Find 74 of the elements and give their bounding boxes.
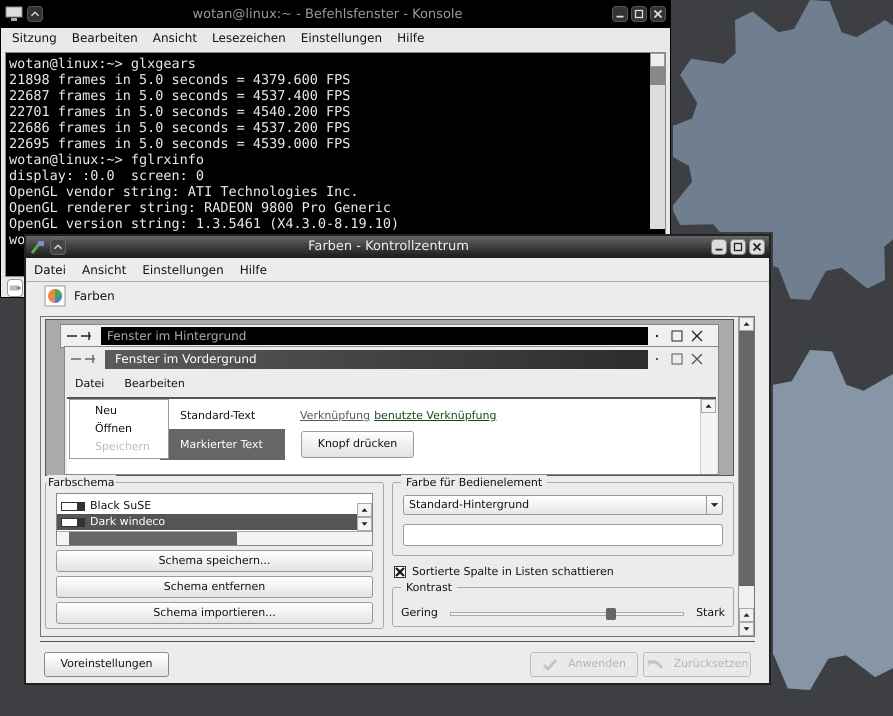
terminal-line: wotan@linux:~> fglrxinfo <box>9 152 204 168</box>
terminal-line: OpenGL renderer string: RADEON 9800 Pro Generic <box>9 200 392 216</box>
push-button[interactable]: Knopf drücken <box>301 431 414 458</box>
caret-icon[interactable] <box>50 239 66 255</box>
checkbox-label: Sortierte Spalte in Listen schattieren <box>412 564 614 580</box>
terminal-line: 22687 frames in 5.0 seconds = 4537.400 FPS <box>9 88 350 104</box>
paintbrush-icon[interactable] <box>30 239 46 255</box>
color-button[interactable] <box>403 524 723 546</box>
push-button[interactable]: Schema speichern... <box>56 550 373 572</box>
terminal-line: 21898 frames in 5.0 seconds = 4379.600 FPS <box>9 72 350 88</box>
terminal-line: 22695 frames in 5.0 seconds = 4539.000 FPS <box>9 136 350 152</box>
link[interactable]: Verknüpfung <box>300 408 370 424</box>
terminal-line: wo <box>9 232 26 248</box>
scroll-up-icon[interactable] <box>701 399 716 413</box>
element-dropdown[interactable]: Standard-Hintergrund <box>403 495 723 515</box>
terminal-line: 22686 frames in 5.0 seconds = 4537.200 FPS <box>9 120 350 136</box>
undo-arrow-icon <box>646 658 664 672</box>
menu-item[interactable]: Ansicht <box>152 29 198 48</box>
dialog-button[interactable]: Voreinstellungen <box>44 652 169 677</box>
terminal-line: wotan@linux:~> glxgears <box>9 56 196 72</box>
menu-item[interactable]: Bearbeiten <box>124 376 185 392</box>
menu-item[interactable]: Einstellungen <box>300 29 382 48</box>
minimize-icon[interactable] <box>612 6 628 22</box>
scrollbar[interactable] <box>700 399 716 474</box>
module-title: Farben <box>74 288 115 305</box>
inactive-window-title: Fenster im Hintergrund <box>101 327 648 345</box>
slider-label: Gering <box>401 605 438 622</box>
popup-menu-item[interactable]: Neu <box>95 402 168 420</box>
new-session-icon[interactable] <box>7 279 23 297</box>
menu-item[interactable]: Lesezeichen <box>212 29 286 48</box>
scrollbar[interactable] <box>738 317 754 636</box>
checkbox[interactable] <box>394 566 406 578</box>
window-title: wotan@linux:~ - Befehlsfenster - Konsole <box>191 6 464 24</box>
menu-item[interactable]: Bearbeiten <box>72 29 138 48</box>
window-title: Farben - Kontrollzentrum <box>307 238 470 256</box>
scheme-preview-icon <box>61 518 85 526</box>
menu-item[interactable]: Einstellungen <box>142 260 224 278</box>
visited-link[interactable]: benutzte Verknüpfung <box>374 408 496 424</box>
maximize-icon[interactable] <box>730 239 746 255</box>
push-button[interactable]: Schema importieren... <box>56 602 373 624</box>
terminal-line: display: :0.0 screen: 0 <box>9 168 204 184</box>
color-wheel-icon <box>44 285 66 307</box>
scroll-down-icon[interactable] <box>357 517 372 531</box>
close-icon[interactable] <box>650 6 666 22</box>
menu-item[interactable]: Datei <box>34 260 66 278</box>
checkmark-icon <box>542 658 558 672</box>
push-button[interactable]: Schema entfernen <box>56 576 373 598</box>
terminal-line: OpenGL version string: 1.3.5461 (X4.3.0-8.19.10) <box>9 216 400 232</box>
minimize-icon[interactable] <box>711 239 727 255</box>
active-window-title: Fenster im Vordergrund <box>105 350 648 368</box>
menu-item[interactable]: Datei <box>75 376 104 392</box>
menu-item[interactable]: Ansicht <box>82 260 126 278</box>
menu-item[interactable]: Hilfe <box>397 29 424 48</box>
caret-icon[interactable] <box>27 6 43 22</box>
slider-label: Stark <box>696 605 725 622</box>
slider-thumb[interactable] <box>606 608 616 620</box>
scheme-preview-icon <box>61 502 85 510</box>
scroll-down-icon[interactable] <box>739 622 754 636</box>
terminal-line: 22701 frames in 5.0 seconds = 4540.200 FPS <box>9 104 350 120</box>
scroll-up-icon[interactable] <box>357 503 372 517</box>
scheme-item[interactable]: Black SuSE <box>57 498 357 514</box>
menu-item[interactable]: Hilfe <box>240 260 267 278</box>
menu-item[interactable]: Sitzung <box>12 29 57 48</box>
scheme-item[interactable]: Dark windeco <box>57 514 357 530</box>
close-icon[interactable] <box>749 239 765 255</box>
horizontal-scrollbar[interactable] <box>57 531 372 545</box>
standard-text: Standard-Text <box>179 408 256 424</box>
selected-text: Markierter Text <box>160 429 285 460</box>
terminal-line: OpenGL vendor string: ATI Technologies Inc. <box>9 184 358 200</box>
scrollbar[interactable] <box>650 53 665 230</box>
scroll-up-icon[interactable] <box>739 317 754 331</box>
scroll-up-icon[interactable] <box>739 608 754 622</box>
maximize-icon[interactable] <box>631 6 647 22</box>
monitor-icon[interactable] <box>5 6 23 22</box>
